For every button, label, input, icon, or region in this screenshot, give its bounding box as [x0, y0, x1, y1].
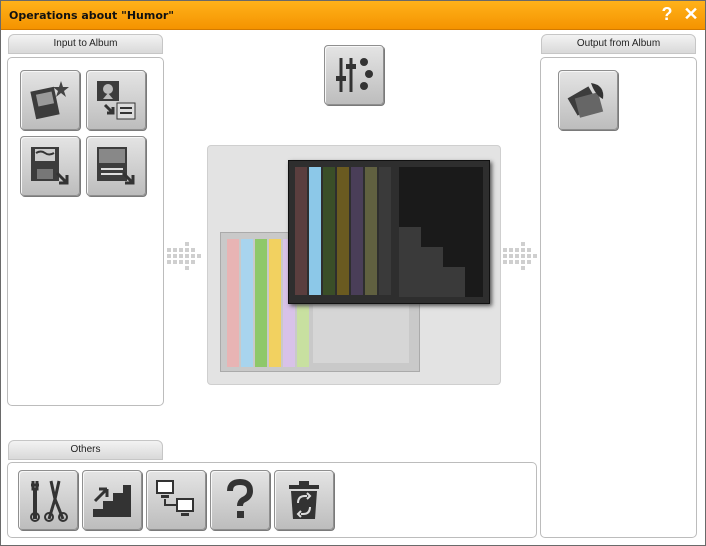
tools-icon — [30, 480, 68, 522]
import-image-button[interactable] — [86, 70, 146, 130]
stairs-upgrade-icon — [93, 485, 131, 517]
output-panel — [540, 57, 697, 538]
import-floppy-icon — [31, 147, 69, 185]
stairs-upgrade-button[interactable] — [82, 470, 142, 530]
import-image-icon — [97, 81, 136, 120]
incoming-arrow-icon — [167, 242, 201, 270]
window-title: Operations about "Humor" — [9, 9, 175, 22]
outgoing-arrow-icon — [503, 242, 537, 270]
import-floppy-button[interactable] — [20, 136, 80, 196]
tools-button[interactable] — [18, 470, 78, 530]
title-bar: Operations about "Humor" ? ✕ — [1, 1, 705, 30]
album-book-front — [288, 160, 490, 304]
others-label: Others — [8, 440, 163, 460]
staircase-graphic — [399, 227, 465, 297]
add-photo-star-icon — [30, 81, 69, 120]
input-to-album-label: Input to Album — [8, 34, 163, 54]
operations-window: Operations about "Humor" ? ✕ Input to Al… — [0, 0, 706, 546]
close-button[interactable]: ✕ — [681, 4, 701, 24]
output-from-album-label: Output from Album — [541, 34, 696, 54]
network-computers-button[interactable] — [146, 470, 206, 530]
import-document-icon — [97, 147, 135, 185]
recycle-bin-icon — [289, 481, 319, 519]
settings-button[interactable] — [324, 45, 384, 105]
album-preview — [207, 145, 501, 385]
import-document-button[interactable] — [86, 136, 146, 196]
export-photos-button[interactable] — [558, 70, 618, 130]
network-computers-icon — [156, 480, 194, 516]
help-question-icon — [227, 478, 254, 518]
help-button[interactable]: ? — [657, 4, 677, 24]
export-photos-icon — [567, 83, 604, 118]
add-photo-star-button[interactable] — [20, 70, 80, 130]
help-question-button[interactable] — [210, 470, 270, 530]
input-panel — [7, 57, 164, 406]
settings-sliders-icon — [336, 58, 373, 92]
recycle-bin-button[interactable] — [274, 470, 334, 530]
others-panel — [7, 462, 537, 538]
